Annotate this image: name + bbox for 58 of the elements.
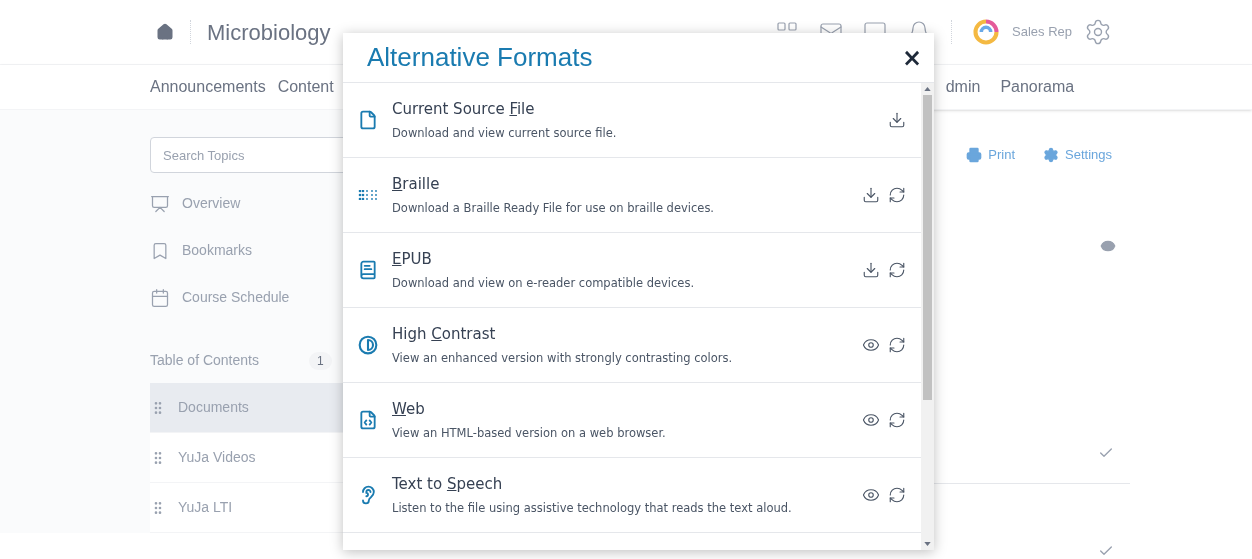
home-icon[interactable] (156, 23, 174, 41)
download-button[interactable] (888, 111, 906, 129)
gear-icon (1043, 146, 1059, 163)
download-button[interactable] (862, 261, 880, 279)
logo-icon (972, 18, 1000, 46)
nav-link[interactable]: Content (277, 75, 334, 99)
format-description: Download and view on e-reader compatible devices. (392, 274, 696, 292)
code-file-icon (358, 410, 378, 430)
user-name[interactable]: Sales Rep (1012, 22, 1072, 42)
format-row[interactable]: EPUB Download and view on e-reader compatible devices. (343, 233, 921, 308)
nav-link[interactable]: Announcements (150, 75, 266, 99)
nav-link[interactable]: Panorama (1000, 75, 1075, 99)
presentation-icon (150, 193, 170, 214)
scrollbar-thumb[interactable] (923, 95, 932, 400)
file-icon (358, 110, 378, 130)
close-button[interactable]: × (901, 45, 922, 70)
format-title: Web (392, 399, 426, 421)
format-title: High Contrast (392, 324, 497, 346)
count-badge: 1 (308, 351, 332, 370)
format-row[interactable]: Current Source File Download and view current source file. (343, 83, 921, 158)
format-title: Braille (392, 174, 441, 196)
download-button[interactable] (862, 186, 880, 204)
refresh-button[interactable] (888, 261, 906, 279)
format-description: Download and view current source file. (392, 124, 618, 142)
format-row[interactable]: Web View an HTML-based version on a web browser. (343, 383, 921, 458)
calendar-icon (150, 287, 170, 308)
format-title: Text to Speech (392, 474, 504, 496)
format-description: View an enhanced version with strongly contrasting colors. (392, 349, 734, 367)
book-icon (358, 260, 378, 280)
sidebar-link[interactable]: Bookmarks (182, 240, 253, 261)
format-title: EPUB (392, 249, 433, 271)
contrast-icon (358, 335, 378, 355)
settings-link[interactable]: Settings (1043, 145, 1112, 165)
refresh-button[interactable] (888, 186, 906, 204)
dialog-title: Alternative Formats (367, 41, 593, 74)
print-link[interactable]: Print (966, 145, 1015, 165)
scroll-up-arrow-icon[interactable] (924, 87, 931, 91)
scroll-down-arrow-icon[interactable] (924, 542, 931, 546)
sidebar-link[interactable]: Course Schedule (182, 287, 290, 308)
view-button[interactable] (862, 486, 880, 504)
refresh-button[interactable] (888, 411, 906, 429)
sidebar-link[interactable]: Overview (182, 193, 241, 214)
format-description: Listen to the file using assistive technology that reads the text aloud. (392, 499, 793, 517)
format-description: View an HTML-based version on a web browser. (392, 424, 667, 442)
braille-dots-icon (358, 190, 378, 200)
format-title: Current Source File (392, 99, 536, 121)
format-row[interactable]: Text to Speech Listen to the file using assistive technology that reads the text aloud. (343, 458, 921, 533)
refresh-button[interactable] (888, 336, 906, 354)
nav-link[interactable]: dmin (945, 75, 981, 99)
refresh-button[interactable] (888, 486, 906, 504)
format-row[interactable]: Braille Download a Braille Ready File for use on braille devices. (343, 158, 921, 233)
format-row[interactable]: High Contrast View an enhanced version with strongly contrasting colors. (343, 308, 921, 383)
settings-icon[interactable] (1084, 18, 1112, 46)
view-button[interactable] (862, 336, 880, 354)
format-description: Download a Braille Ready File for use on braille devices. (392, 199, 716, 217)
toc-heading: Table of Contents (150, 351, 259, 370)
course-title: Microbiology (207, 18, 331, 47)
view-button[interactable] (862, 411, 880, 429)
